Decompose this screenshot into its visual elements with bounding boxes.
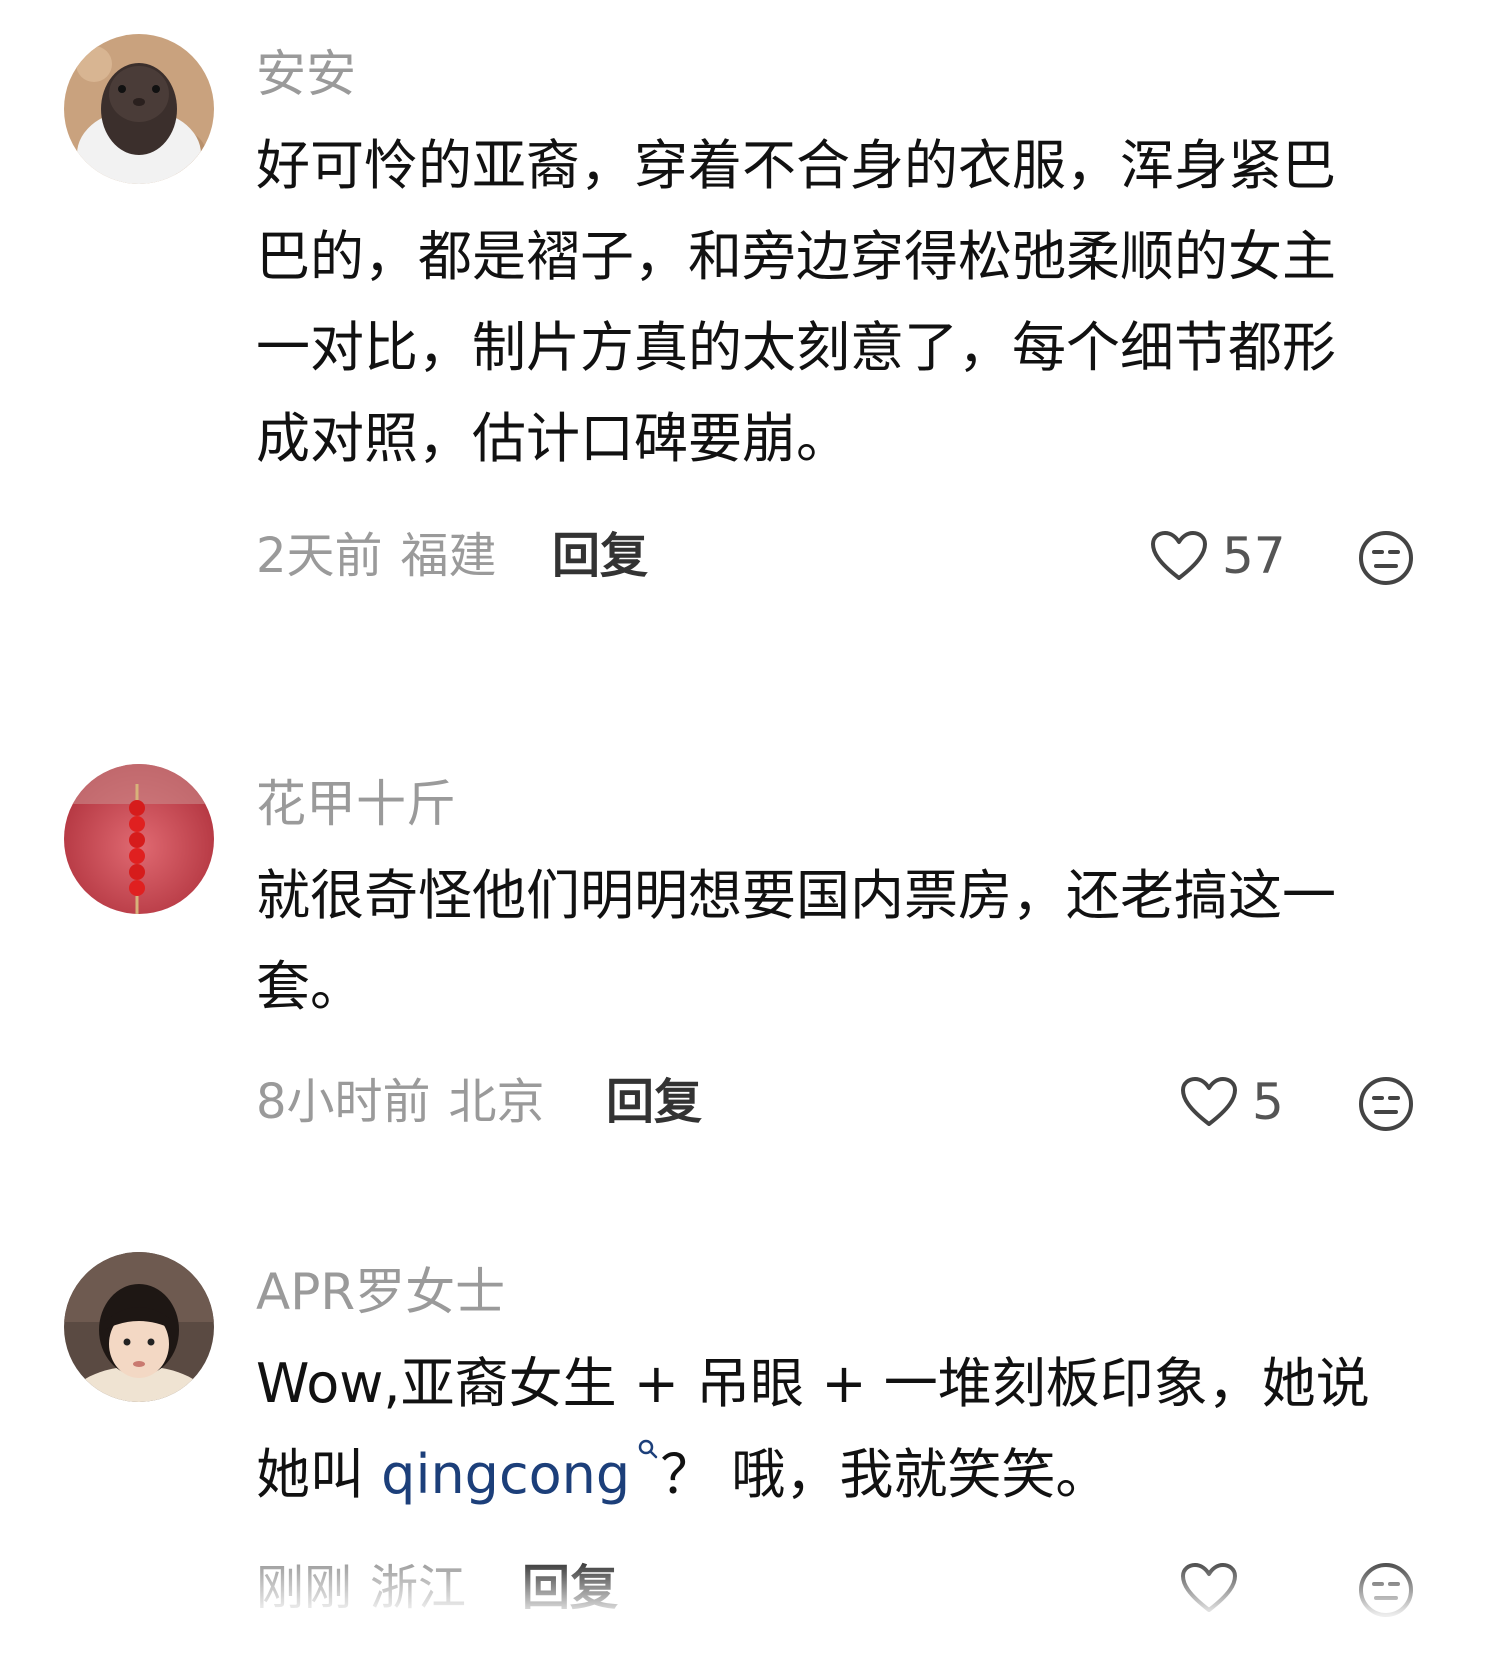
- child-photo-avatar-icon: [64, 1252, 214, 1402]
- comment-text: 好可怜的亚裔，穿着不合身的衣服，浑身紧巴 巴的，都是褶子，和旁边穿得松弛柔顺的女…: [256, 120, 1426, 484]
- comment-text: Wow,亚裔女生 + 吊眼 + 一堆刻板印象，她说 她叫 qingcong ？ 哦…: [256, 1338, 1426, 1520]
- heart-outline-icon: [1181, 1563, 1237, 1612]
- neutral-face-icon: [1359, 531, 1413, 585]
- reply-button[interactable]: 回复: [606, 1072, 702, 1132]
- reply-button[interactable]: 回复: [552, 526, 648, 586]
- like-count: 5: [1252, 1073, 1284, 1131]
- comment-time: 刚刚: [256, 1560, 353, 1616]
- pigeon-avatar-icon: [64, 34, 214, 184]
- like-button[interactable]: 5: [1180, 1072, 1284, 1132]
- comment-line: 她叫 qingcong ？ 哦，我就笑笑。: [256, 1429, 1426, 1520]
- comment-line: 好可怜的亚裔，穿着不合身的衣服，浑身紧巴: [256, 134, 1336, 197]
- comment-line: 一对比，制片方真的太刻意了，每个细节都形: [256, 316, 1336, 379]
- username[interactable]: APR罗女士: [256, 1262, 505, 1322]
- keyword-search-link[interactable]: qingcong: [381, 1443, 630, 1506]
- neutral-face-icon: [1359, 1563, 1413, 1617]
- comment-meta: 8小时前 北京 回复: [256, 1072, 1486, 1132]
- reply-button[interactable]: 回复: [522, 1558, 618, 1618]
- comment-location: 福建: [400, 528, 497, 584]
- comment-line: 巴的，都是褶子，和旁边穿得松弛柔顺的女主: [256, 225, 1336, 288]
- candied-haws-avatar-icon: [64, 764, 214, 914]
- avatar[interactable]: [64, 764, 214, 914]
- comment-line: 套。: [256, 955, 364, 1018]
- username[interactable]: 安安: [256, 44, 356, 104]
- comment-location: 浙江: [370, 1560, 467, 1616]
- comment-line: 成对照，估计口碑要崩。: [256, 407, 850, 470]
- username[interactable]: 花甲十斤: [256, 774, 456, 834]
- dislike-button[interactable]: [1358, 1076, 1414, 1132]
- comment-line: Wow,亚裔女生 + 吊眼 + 一堆刻板印象，她说: [256, 1352, 1370, 1415]
- comment-time: 2天前: [256, 528, 383, 584]
- like-button[interactable]: 57: [1150, 526, 1286, 586]
- dislike-button[interactable]: [1358, 1562, 1414, 1618]
- comment-text-segment: ？ 哦，我就笑笑。: [660, 1443, 1110, 1506]
- heart-outline-icon: [1151, 531, 1207, 580]
- comment-location: 北京: [448, 1074, 545, 1130]
- like-count: 57: [1222, 527, 1286, 585]
- neutral-face-icon: [1359, 1077, 1413, 1131]
- like-button[interactable]: [1180, 1558, 1252, 1618]
- heart-outline-icon: [1181, 1077, 1237, 1126]
- comment-text-segment: 她叫: [256, 1443, 382, 1506]
- comment-time: 8小时前: [256, 1074, 431, 1130]
- comment-meta: 刚刚 浙江 回复: [256, 1558, 1486, 1618]
- comment-line: 就很奇怪他们明明想要国内票房，还老搞这一: [256, 864, 1336, 927]
- avatar[interactable]: [64, 1252, 214, 1402]
- comment-text: 就很奇怪他们明明想要国内票房，还老搞这一 套。: [256, 850, 1426, 1032]
- comment-meta: 2天前 福建 回复: [256, 526, 1486, 586]
- avatar[interactable]: [64, 34, 214, 184]
- search-icon[interactable]: [636, 1437, 660, 1461]
- dislike-button[interactable]: [1358, 530, 1414, 586]
